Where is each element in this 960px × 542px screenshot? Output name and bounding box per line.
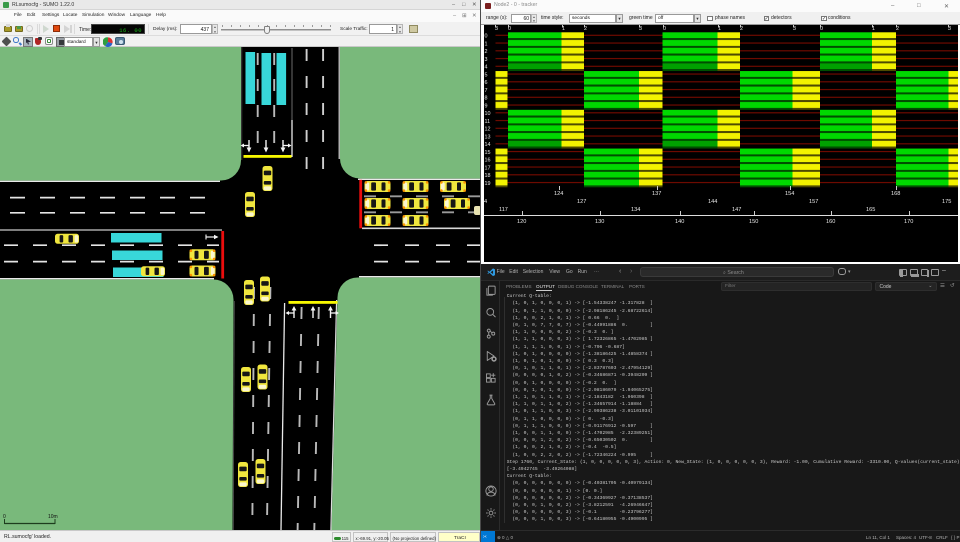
svg-text:4: 4 xyxy=(485,65,488,71)
svg-text:14: 14 xyxy=(485,142,491,148)
svg-text:165: 165 xyxy=(866,207,875,213)
svg-text:117: 117 xyxy=(499,207,508,213)
svg-text:10m: 10m xyxy=(48,514,58,520)
svg-text:0: 0 xyxy=(3,514,6,520)
svg-text:137: 137 xyxy=(652,191,661,197)
svg-text:0: 0 xyxy=(485,34,488,40)
svg-text:154: 154 xyxy=(785,191,794,197)
svg-text:160: 160 xyxy=(826,219,835,225)
svg-text:144: 144 xyxy=(708,199,717,205)
svg-text:4: 4 xyxy=(484,199,487,205)
svg-text:5: 5 xyxy=(485,72,488,78)
svg-text:120: 120 xyxy=(517,219,526,225)
svg-text:127: 127 xyxy=(577,199,586,205)
svg-text:6: 6 xyxy=(485,80,488,86)
svg-text:12: 12 xyxy=(485,127,491,133)
svg-text:168: 168 xyxy=(891,191,900,197)
svg-text:15: 15 xyxy=(485,150,491,156)
svg-text:140: 140 xyxy=(675,219,684,225)
svg-text:3: 3 xyxy=(485,57,488,63)
svg-text:170: 170 xyxy=(904,219,913,225)
svg-text:17: 17 xyxy=(485,165,491,171)
svg-text:1: 1 xyxy=(485,41,488,47)
svg-text:2: 2 xyxy=(485,49,488,55)
svg-text:147: 147 xyxy=(732,207,741,213)
svg-text:8: 8 xyxy=(485,96,488,102)
svg-text:11: 11 xyxy=(485,119,491,125)
svg-text:150: 150 xyxy=(749,219,758,225)
svg-text:9: 9 xyxy=(485,103,488,109)
svg-text:7: 7 xyxy=(485,88,488,94)
svg-text:13: 13 xyxy=(485,134,491,140)
svg-text:175: 175 xyxy=(942,199,951,205)
svg-text:16: 16 xyxy=(485,158,491,164)
svg-text:19: 19 xyxy=(485,181,491,187)
svg-text:10: 10 xyxy=(485,111,491,117)
svg-text:18: 18 xyxy=(485,173,491,179)
svg-text:157: 157 xyxy=(809,199,818,205)
svg-text:134: 134 xyxy=(631,207,640,213)
svg-text:124: 124 xyxy=(554,191,563,197)
svg-text:130: 130 xyxy=(595,219,604,225)
